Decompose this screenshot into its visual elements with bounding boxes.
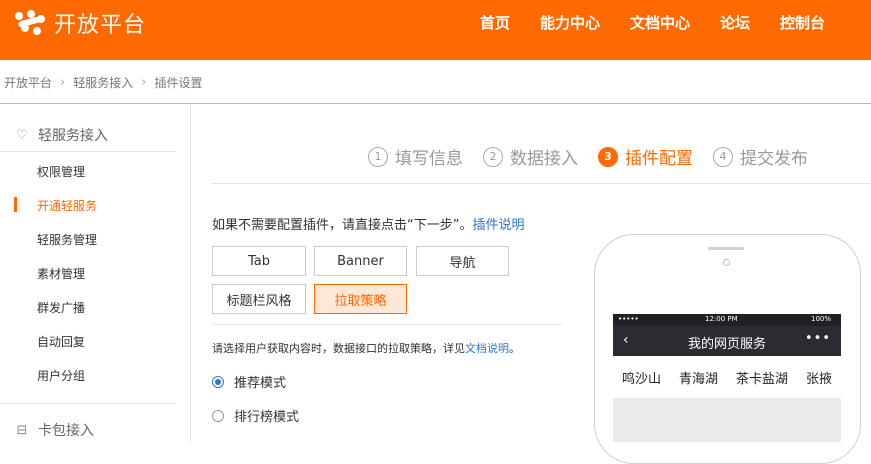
plugin-banner-button[interactable]: Banner bbox=[314, 246, 407, 276]
chevron-right-icon: › bbox=[141, 75, 147, 90]
strategy-desc-suffix: 。 bbox=[509, 342, 520, 355]
logo-text: 开放平台 bbox=[54, 13, 147, 38]
radio-label: 推荐模式 bbox=[234, 376, 287, 391]
battery-text: 100% bbox=[810, 315, 831, 323]
sidebar-group-label: 卡包接入 bbox=[38, 423, 94, 439]
phone-tab[interactable]: 茶卡盐湖 bbox=[736, 368, 788, 387]
phone-title-bar: ‹ 我的网页服务 ••• bbox=[613, 326, 841, 356]
plugin-fetch-strategy-button[interactable]: 拉取策略 bbox=[314, 284, 407, 314]
strategy-desc-text: 请选择用户获取内容时，数据接口的拉取策略，详见 bbox=[212, 342, 465, 355]
intro-text: 如果不需要配置插件，请直接点击“下一步”。插件说明 bbox=[212, 214, 525, 233]
sidebar-group-light-service[interactable]: ♡ 轻服务接入 bbox=[14, 125, 108, 145]
step-number: 3 bbox=[598, 146, 618, 167]
phone-tab-bar: 鸣沙山 青海湖 茶卡盐湖 张掖 bbox=[613, 356, 841, 398]
intro-message: 如果不需要配置插件，请直接点击“下一步”。 bbox=[212, 218, 473, 233]
step-fill-info: 1 填写信息 bbox=[368, 144, 463, 169]
phone-status-bar: ••••• 12:00 PM 100% bbox=[613, 314, 841, 326]
phone-tab[interactable]: 张掖 bbox=[806, 368, 832, 387]
doc-link[interactable]: 文档说明 bbox=[465, 342, 509, 355]
top-header: 开放平台 首页 能力中心 文档中心 论坛 控制台 bbox=[0, 0, 871, 60]
step-label: 提交发布 bbox=[740, 149, 808, 169]
plugin-tab-button[interactable]: Tab bbox=[212, 246, 306, 276]
sidebar-item-permissions[interactable]: 权限管理 bbox=[37, 163, 85, 180]
breadcrumb-item: 插件设置 bbox=[154, 76, 203, 90]
sidebar-item-materials[interactable]: 素材管理 bbox=[37, 265, 85, 282]
nav-forum[interactable]: 论坛 bbox=[720, 12, 750, 33]
breadcrumb-item[interactable]: 开放平台 bbox=[4, 74, 52, 91]
signal-icon: ••••• bbox=[618, 315, 639, 323]
sidebar-divider bbox=[0, 403, 176, 404]
plugin-help-link[interactable]: 插件说明 bbox=[472, 218, 524, 233]
logo-mark-icon bbox=[12, 8, 48, 38]
step-indicator: 1 填写信息 2 数据接入 3 插件配置 4 提交发布 bbox=[368, 144, 808, 169]
strategy-description: 请选择用户获取内容时，数据接口的拉取策略，详见文档说明。 bbox=[212, 340, 520, 356]
nav-console[interactable]: 控制台 bbox=[780, 12, 825, 33]
sidebar-item-open-service[interactable]: 开通轻服务 bbox=[37, 197, 97, 214]
nav-capabilities[interactable]: 能力中心 bbox=[540, 12, 600, 33]
step-plugin-config: 3 插件配置 bbox=[598, 144, 693, 169]
step-number: 1 bbox=[368, 146, 388, 167]
step-label: 填写信息 bbox=[395, 149, 463, 169]
plugin-titlebar-button[interactable]: 标题栏风格 bbox=[212, 284, 306, 314]
sidebar-divider bbox=[0, 151, 176, 152]
status-time: 12:00 PM bbox=[705, 315, 738, 323]
radio-checked-icon[interactable] bbox=[212, 375, 224, 388]
step-label: 插件配置 bbox=[625, 149, 693, 169]
sidebar-group-card[interactable]: ⊟ 卡包接入 bbox=[14, 420, 94, 440]
steps-divider bbox=[212, 183, 871, 184]
step-data-access: 2 数据接入 bbox=[483, 144, 578, 169]
breadcrumb-item[interactable]: 轻服务接入 bbox=[73, 74, 133, 91]
sidebar-item-user-groups[interactable]: 用户分组 bbox=[37, 367, 85, 384]
radio-unchecked-icon[interactable] bbox=[212, 409, 224, 422]
main-nav: 首页 能力中心 文档中心 论坛 控制台 bbox=[480, 12, 825, 33]
card-icon: ⊟ bbox=[16, 422, 28, 438]
radio-ranking[interactable]: 排行榜模式 bbox=[212, 406, 299, 425]
logo[interactable]: 开放平台 bbox=[12, 8, 146, 38]
sidebar-item-service-manage[interactable]: 轻服务管理 bbox=[37, 231, 97, 248]
step-label: 数据接入 bbox=[510, 149, 578, 169]
nav-docs[interactable]: 文档中心 bbox=[630, 12, 690, 33]
sidebar-item-broadcast[interactable]: 群发广播 bbox=[37, 299, 85, 316]
nav-home[interactable]: 首页 bbox=[480, 12, 510, 33]
more-icon[interactable]: ••• bbox=[805, 331, 831, 346]
phone-tab[interactable]: 青海湖 bbox=[679, 368, 718, 387]
step-publish: 4 提交发布 bbox=[713, 144, 808, 169]
chevron-right-icon: › bbox=[60, 75, 66, 90]
step-number: 2 bbox=[483, 146, 503, 167]
radio-recommend[interactable]: 推荐模式 bbox=[212, 372, 286, 391]
sidebar-item-auto-reply[interactable]: 自动回复 bbox=[37, 333, 85, 350]
phone-screen: ••••• 12:00 PM 100% ‹ 我的网页服务 ••• 鸣沙山 青海湖… bbox=[613, 314, 841, 442]
step-number: 4 bbox=[713, 146, 733, 167]
phone-speaker bbox=[708, 247, 744, 250]
phone-camera bbox=[723, 259, 730, 266]
sidebar bbox=[0, 104, 191, 442]
phone-tab[interactable]: 鸣沙山 bbox=[622, 368, 661, 387]
section-divider bbox=[212, 324, 562, 325]
radio-label: 排行榜模式 bbox=[234, 410, 300, 425]
heart-icon: ♡ bbox=[16, 127, 28, 143]
active-indicator bbox=[14, 197, 17, 212]
breadcrumb: 开放平台 › 轻服务接入 › 插件设置 bbox=[4, 74, 202, 91]
plugin-nav-button[interactable]: 导航 bbox=[416, 246, 509, 276]
sidebar-group-label: 轻服务接入 bbox=[38, 128, 108, 144]
